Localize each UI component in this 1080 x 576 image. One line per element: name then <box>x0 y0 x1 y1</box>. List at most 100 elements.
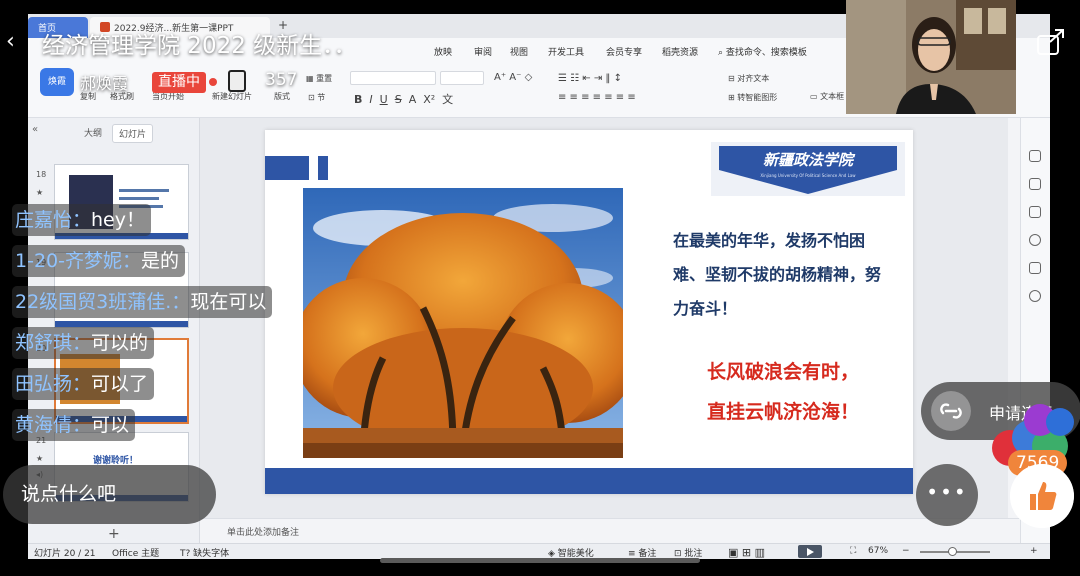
textbox-label: 文本框 <box>820 92 845 101</box>
home-indicator <box>380 558 700 563</box>
back-arrow-icon[interactable]: ‹ <box>6 30 24 54</box>
thumb-number: 18 <box>36 170 47 179</box>
chat-text: 可以了 <box>91 373 149 395</box>
slide-quote: 长风破浪会有时， 直挂云帆济沧海！ <box>673 352 893 432</box>
smartart-button[interactable]: ⊞ 转智能图形 <box>728 92 777 103</box>
smartart-label: 转智能图形 <box>737 93 778 102</box>
image-icon[interactable] <box>1029 262 1041 274</box>
presenter-camera-feed <box>846 0 1016 114</box>
viewer-icon <box>228 70 246 92</box>
viewer-count: 357 <box>265 70 298 90</box>
layout-button[interactable]: 版式 <box>274 91 290 102</box>
current-slide: 新疆政法学院 Xinjiang University Of Political … <box>265 130 913 494</box>
chat-username[interactable]: 庄嘉怡： <box>15 209 91 231</box>
text-effect-button[interactable]: 文 <box>442 93 453 106</box>
font-name-select[interactable] <box>350 71 436 85</box>
align-text-button[interactable]: ⊟ 对齐文本 <box>728 73 769 84</box>
align-text-label: 对齐文本 <box>737 74 770 83</box>
font-size-select[interactable] <box>440 71 484 85</box>
reset-button[interactable]: ▦ 重置 <box>306 73 332 84</box>
zoom-slider-thumb[interactable] <box>948 547 957 556</box>
italic-button[interactable]: I <box>369 93 372 106</box>
text-format-group: B I U S A X² 文 <box>354 91 453 107</box>
pin-icon[interactable] <box>1029 178 1041 190</box>
search-command-label: 查找命令、搜索模板 <box>725 48 807 58</box>
menu-slideshow[interactable]: 放映 <box>434 45 452 58</box>
strikethrough-button[interactable]: S <box>395 93 402 106</box>
menu-review[interactable]: 审阅 <box>474 45 492 58</box>
university-logo: 新疆政法学院 Xinjiang University Of Political … <box>711 142 905 196</box>
thumb-star-icon: ★ <box>36 454 44 463</box>
list-buttons[interactable]: ☰ ☷ ⇤ ⇥ ‖ ↕ <box>558 73 622 84</box>
slide-quote-line: 直挂云帆济沧海！ <box>706 401 859 423</box>
menu-docer[interactable]: 稻壳资源 <box>662 45 698 58</box>
chat-text: 可以的 <box>91 332 149 354</box>
align-buttons[interactable]: ≡ ≡ ≡ ≡ ≡ ≡ ≡ <box>558 92 636 103</box>
theme-name: Office 主题 <box>112 549 160 559</box>
add-slide-icon[interactable]: + <box>108 526 120 542</box>
chat-message: 22级国贸3班蒲佳.：现在可以 <box>12 286 273 318</box>
slide-position: 幻灯片 20 / 21 <box>34 549 96 559</box>
bold-button[interactable]: B <box>354 93 362 106</box>
slideshow-play-button[interactable] <box>798 545 822 558</box>
zoom-level: 67% <box>868 546 889 556</box>
chat-text: 现在可以 <box>190 291 267 313</box>
font-size-adjust[interactable]: A⁺ A⁻ ◇ <box>494 72 532 83</box>
missing-font-button[interactable]: T? 缺失字体 <box>180 546 229 559</box>
thumb-line <box>119 197 159 200</box>
slide-decor-block <box>265 156 309 180</box>
superscript-button[interactable]: X² <box>423 93 435 106</box>
font-color-button[interactable]: A <box>409 93 417 106</box>
outline-tab[interactable]: 大纲 <box>78 124 108 141</box>
comment-input[interactable]: 说点什么吧 <box>3 465 216 524</box>
room-title: 经济管理学院 2022 级新生．． <box>42 33 357 59</box>
menu-developer[interactable]: 开发工具 <box>548 45 584 58</box>
location-icon[interactable] <box>1029 290 1041 302</box>
link-mic-icon <box>931 391 971 431</box>
chat-username[interactable]: 郑舒琪： <box>15 332 91 354</box>
chat-message: 庄嘉怡：hey！ <box>12 204 151 236</box>
chat-username[interactable]: 田弘扬： <box>15 373 91 395</box>
live-stream-screen: 首页 2022.9经济...新生第一课PPT + 放映 审阅 视图 开发工具 会… <box>0 0 1080 576</box>
logo-subtext: Xinjiang University Of Political Science… <box>760 173 856 178</box>
section-button[interactable]: ⊡ 节 <box>308 92 325 103</box>
chat-username[interactable]: 22级国贸3班蒲佳.： <box>15 291 190 313</box>
chat-message: 黄海倩：可以 <box>12 409 136 441</box>
chat-message: 1-20-齐梦妮：是的 <box>12 245 185 277</box>
zoom-in-button[interactable]: + <box>1030 546 1038 556</box>
slide-footer-bar <box>265 468 913 494</box>
zoom-out-button[interactable]: − <box>902 546 910 556</box>
view-mode-buttons[interactable]: ▣ ⊞ ▥ <box>728 546 765 559</box>
chat-text: 可以 <box>91 414 130 436</box>
logo-text: 新疆政法学院 <box>763 151 856 169</box>
new-slide-button[interactable]: 新建幻灯片 <box>212 91 252 102</box>
slides-tab[interactable]: 幻灯片 <box>112 124 154 143</box>
settings-sliders-icon[interactable] <box>1029 150 1041 162</box>
missing-font-label: 缺失字体 <box>193 549 230 559</box>
menu-search-command[interactable]: ⌕ 查找命令、搜索模板 <box>718 45 807 58</box>
chat-username[interactable]: 黄海倩： <box>15 414 91 436</box>
more-options-button[interactable]: ••• <box>916 464 978 526</box>
host-avatar[interactable]: 焕霞 <box>40 68 74 96</box>
live-status-badge: 直播中 <box>152 72 206 93</box>
host-name[interactable]: 郝焕霞 <box>80 70 128 94</box>
section-label: 节 <box>317 93 326 102</box>
menu-view[interactable]: 视图 <box>510 45 528 58</box>
share-screen-icon[interactable] <box>1036 28 1066 56</box>
thumb-line <box>119 189 169 192</box>
notes-area[interactable]: 单击此处添加备注 <box>200 518 1020 543</box>
thumb-star-icon: ★ <box>36 188 44 197</box>
notes-placeholder: 单击此处添加备注 <box>227 528 300 538</box>
chat-text: 是的 <box>140 250 179 272</box>
clock-icon[interactable] <box>1029 234 1041 246</box>
like-button[interactable] <box>1010 464 1074 528</box>
copy-icon[interactable] <box>1029 206 1041 218</box>
underline-button[interactable]: U <box>380 93 388 106</box>
collapse-panel-icon[interactable]: « <box>32 124 38 135</box>
menu-member[interactable]: 会员专享 <box>606 45 642 58</box>
fit-screen-icon[interactable]: ⛶ <box>850 546 856 556</box>
chat-username[interactable]: 1-20-齐梦妮： <box>15 250 141 272</box>
chat-message: 田弘扬：可以了 <box>12 368 155 400</box>
chat-text: hey！ <box>91 209 145 231</box>
textbox-button[interactable]: ▭ 文本框 <box>810 91 844 102</box>
